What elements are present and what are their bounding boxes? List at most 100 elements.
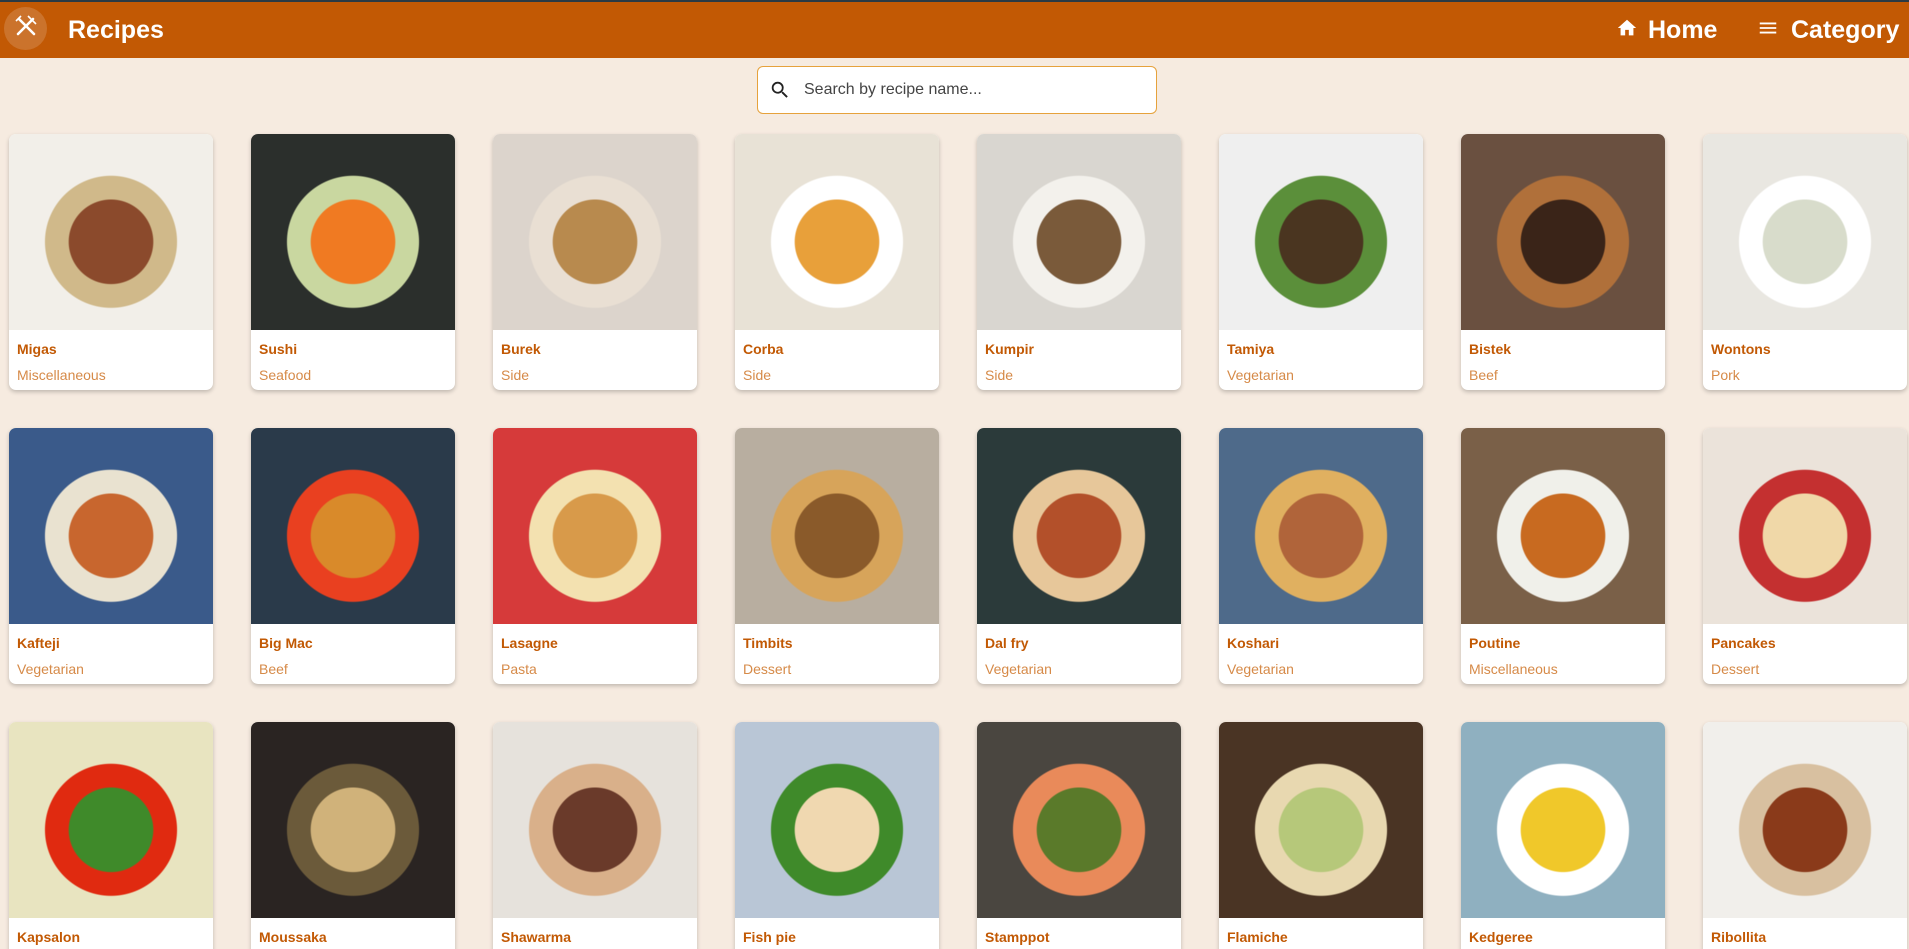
recipe-card[interactable]: Kumpir Side [977,134,1181,390]
recipe-image [735,134,939,330]
recipe-name: Kapsalon [17,929,81,945]
recipe-card[interactable]: Ribollita [1703,722,1907,949]
recipe-category: Side [501,367,530,383]
recipe-name: Kedgeree [1469,929,1533,945]
recipe-name: Fish pie [743,929,796,945]
recipe-name: Corba [743,341,784,357]
recipe-image [1461,722,1665,918]
recipe-image [251,428,455,624]
recipe-card[interactable]: Poutine Miscellaneous [1461,428,1665,684]
recipe-card[interactable]: Fish pie [735,722,939,949]
recipe-image [1219,428,1423,624]
recipe-category: Vegetarian [985,661,1052,677]
recipe-category: Pasta [501,661,537,677]
recipe-image [735,722,939,918]
search-icon [766,76,794,104]
search-input[interactable] [804,81,1134,99]
recipe-card[interactable]: Flamiche [1219,722,1423,949]
recipe-name: Koshari [1227,635,1280,651]
recipe-card[interactable]: Moussaka [251,722,455,949]
recipe-category: Vegetarian [17,661,84,677]
recipe-image [9,134,213,330]
recipe-card[interactable]: Stamppot [977,722,1181,949]
recipe-name: Burek [501,341,541,357]
recipe-category: Dessert [1711,661,1760,677]
app-title: Recipes [68,16,164,44]
recipe-image [735,428,939,624]
recipe-card[interactable]: Tamiya Vegetarian [1219,134,1423,390]
recipe-image [977,722,1181,918]
recipe-card[interactable]: Pancakes Dessert [1703,428,1907,684]
recipe-card[interactable]: Big Mac Beef [251,428,455,684]
recipe-image [493,722,697,918]
recipe-name: Lasagne [501,635,558,651]
recipe-card[interactable]: Dal fry Vegetarian [977,428,1181,684]
recipe-image [9,428,213,624]
recipe-name: Tamiya [1227,341,1275,357]
recipe-name: Dal fry [985,635,1029,651]
recipe-name: Bistek [1469,341,1512,357]
menu-icon [1757,17,1779,44]
recipe-image [1461,428,1665,624]
recipe-category: Side [743,367,772,383]
recipe-image [1703,134,1907,330]
recipe-name: Poutine [1469,635,1521,651]
recipe-card[interactable]: Kafteji Vegetarian [9,428,213,684]
recipe-image [977,428,1181,624]
recipe-category: Miscellaneous [1469,661,1558,677]
recipe-name: Pancakes [1711,635,1776,651]
recipe-name: Kafteji [17,635,60,651]
recipe-card[interactable]: Wontons Pork [1703,134,1907,390]
recipe-name: Big Mac [259,635,313,651]
recipe-card[interactable]: Koshari Vegetarian [1219,428,1423,684]
recipe-image [1461,134,1665,330]
fork-knife-icon [13,13,39,44]
recipe-card[interactable]: Kedgeree [1461,722,1665,949]
recipe-image [9,722,213,918]
home-icon [1616,17,1638,44]
recipe-category: Vegetarian [1227,367,1294,383]
nav-home-button[interactable]: Home [1616,14,1717,46]
recipe-card[interactable]: Timbits Dessert [735,428,939,684]
recipe-image [1703,722,1907,918]
recipe-name: Stamppot [985,929,1050,945]
recipe-name: Kumpir [985,341,1034,357]
recipe-image [493,428,697,624]
recipe-card[interactable]: Sushi Seafood [251,134,455,390]
recipe-name: Flamiche [1227,929,1288,945]
recipe-card[interactable]: Corba Side [735,134,939,390]
recipe-image [493,134,697,330]
recipe-category: Side [985,367,1014,383]
nav-category-label: Category [1791,15,1900,44]
logo[interactable] [4,7,47,50]
recipe-card[interactable]: Shawarma [493,722,697,949]
app-header: Recipes Home Category [0,2,1909,58]
recipe-image [977,134,1181,330]
recipe-image [251,134,455,330]
recipe-name: Shawarma [501,929,572,945]
recipe-image [1219,134,1423,330]
recipe-category: Vegetarian [1227,661,1294,677]
recipe-card[interactable]: Burek Side [493,134,697,390]
recipe-card[interactable]: Migas Miscellaneous [9,134,213,390]
nav-home-label: Home [1648,15,1718,44]
recipe-card[interactable]: Kapsalon [9,722,213,949]
search-box [757,66,1157,114]
recipe-name: Sushi [259,341,298,357]
recipe-category: Beef [1469,367,1498,383]
recipe-name: Moussaka [259,929,327,945]
recipe-card[interactable]: Lasagne Pasta [493,428,697,684]
recipe-category: Beef [259,661,288,677]
recipe-card[interactable]: Bistek Beef [1461,134,1665,390]
recipe-category: Seafood [259,367,312,383]
recipe-category: Dessert [743,661,792,677]
recipe-image [1219,722,1423,918]
recipe-image [1703,428,1907,624]
recipe-name: Migas [17,341,57,357]
recipe-name: Ribollita [1711,929,1767,945]
recipe-name: Timbits [743,635,793,651]
recipe-image [251,722,455,918]
recipe-name: Wontons [1711,341,1771,357]
nav-category-button[interactable]: Category [1757,14,1899,46]
recipe-grid: Migas Miscellaneous Sushi Seafood Burek … [9,134,1907,949]
